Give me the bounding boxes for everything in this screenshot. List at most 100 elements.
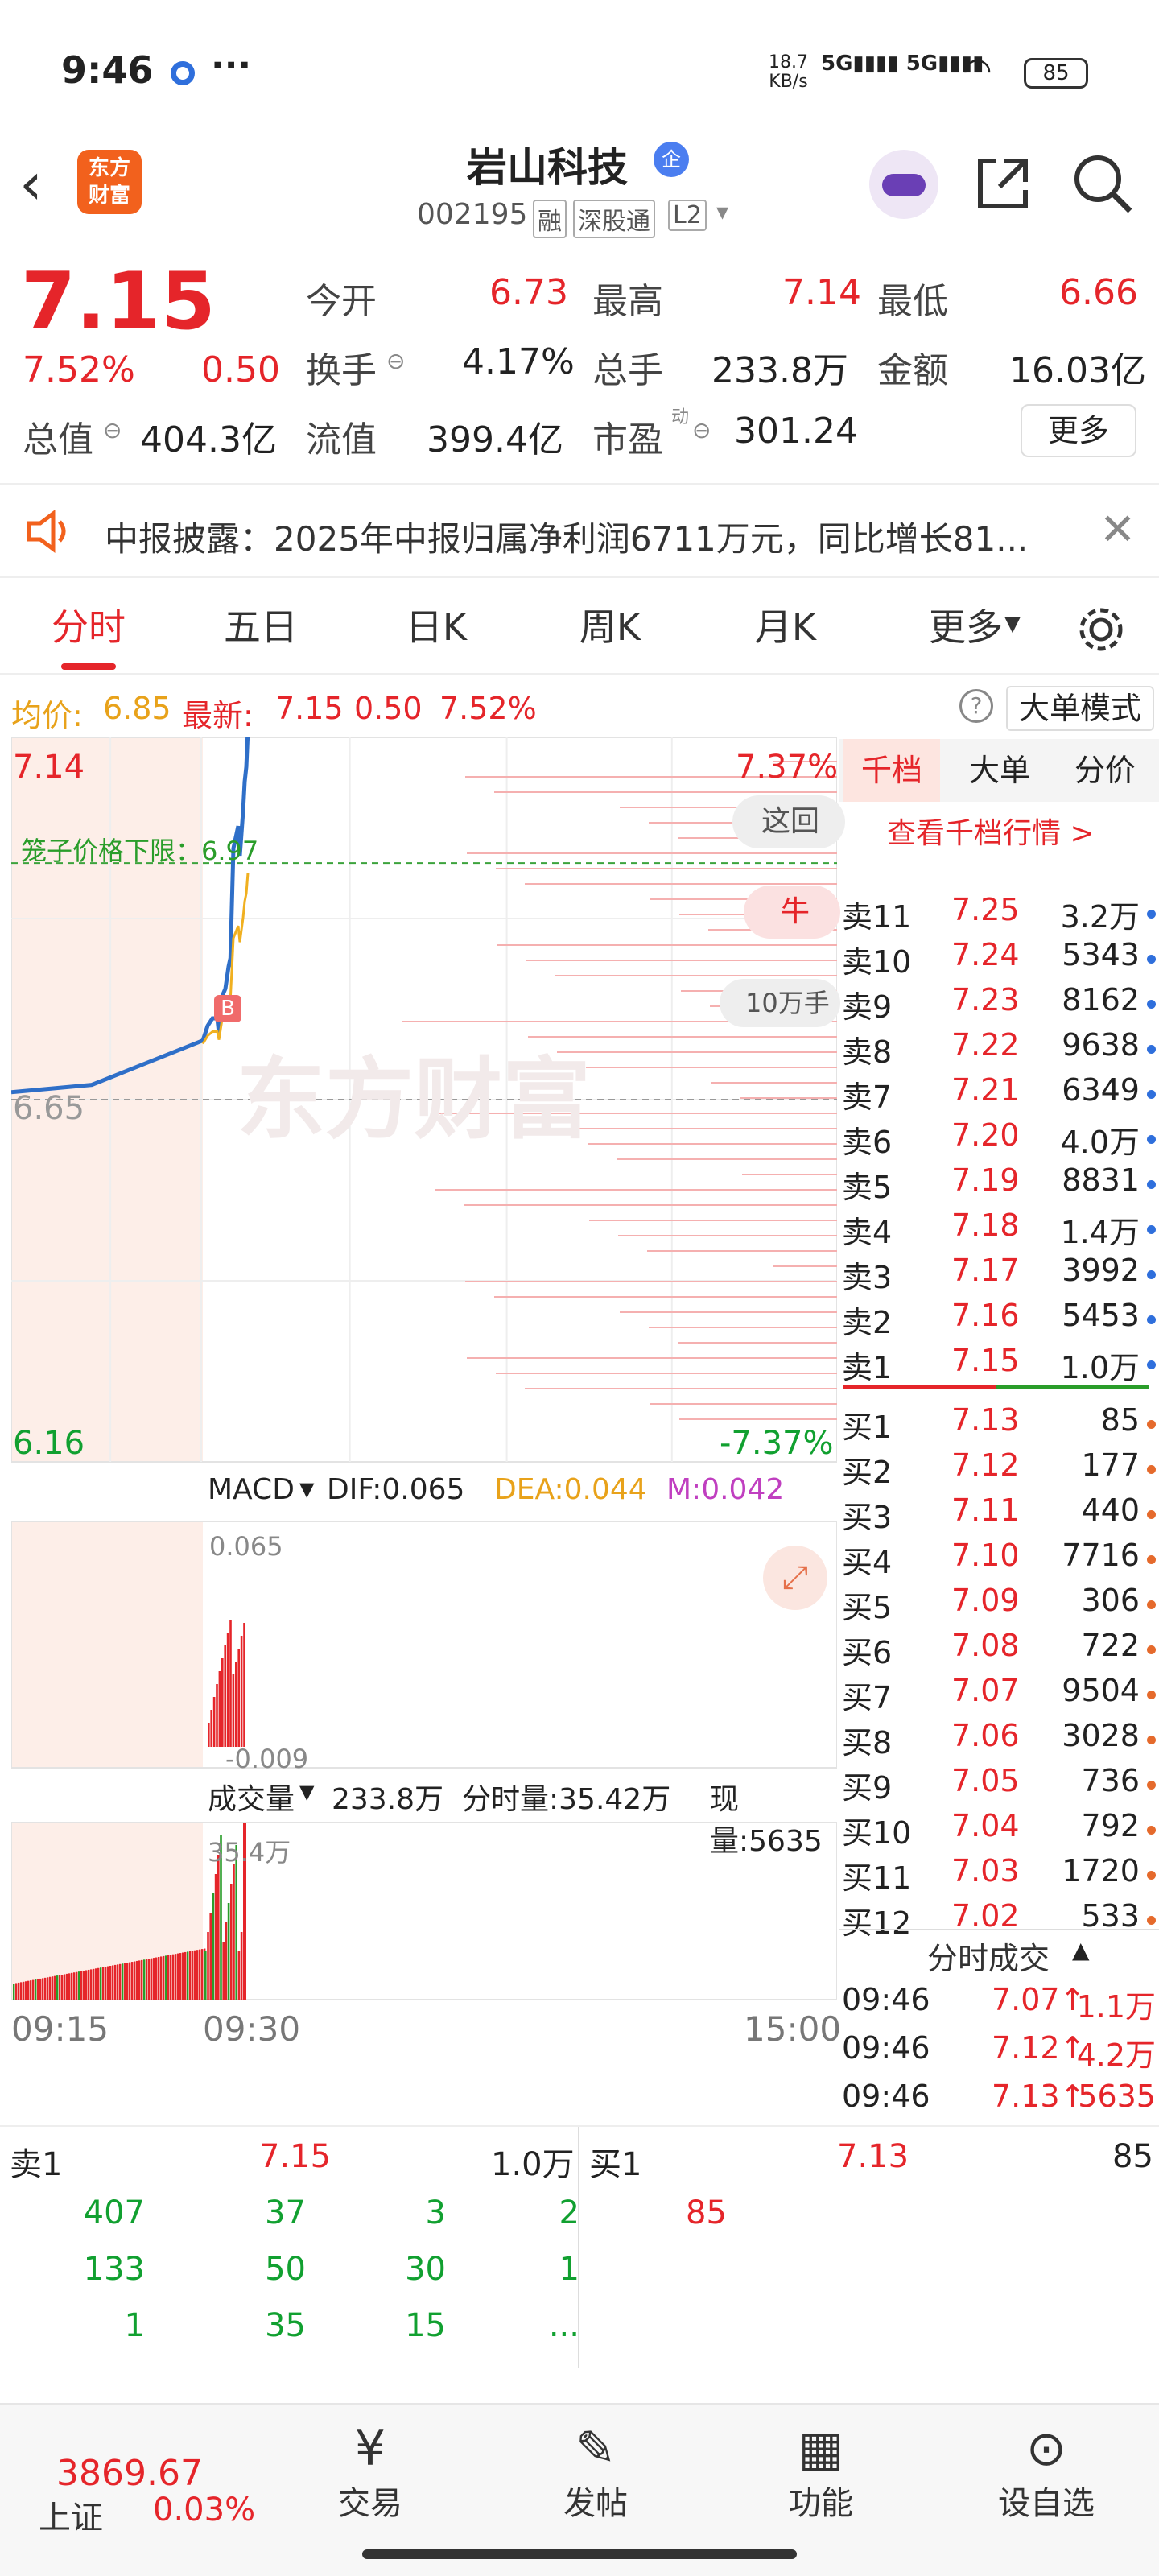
lot-size-pill[interactable]: 10万手 <box>720 979 840 1027</box>
bid-row[interactable]: 买4 7.10 7716 <box>839 1538 1159 1583</box>
tab-daily-k[interactable]: 日K <box>380 580 493 675</box>
bid-row[interactable]: 买6 7.08 722 <box>839 1628 1159 1673</box>
ticks-title[interactable]: 分时成交 <box>927 1934 1050 1978</box>
big-order-mode-button[interactable]: 大单模式 <box>1006 686 1155 731</box>
volume-bar <box>93 1968 95 2000</box>
stock-header: ‹ 东方 财富 岩山科技 企 002195 融 深股通 L2 ▾ <box>0 121 1159 242</box>
tab-intraday[interactable]: 分时 <box>32 580 145 675</box>
tab-five-day[interactable]: 五日 <box>204 580 317 675</box>
volume-selector[interactable]: 成交量 <box>208 1776 295 1818</box>
macd-bar <box>237 1649 240 1747</box>
volume-bar <box>212 1893 215 2000</box>
bid-label: 买7 <box>842 1680 893 1715</box>
nav-post[interactable]: ✎ 发帖 <box>531 2421 660 2524</box>
volume-bar <box>47 1977 49 2000</box>
info-icon[interactable]: ⊖ <box>386 348 405 374</box>
more-notifications-icon: ··· <box>211 45 252 86</box>
volume-bar <box>49 1976 52 2000</box>
nav-functions[interactable]: ▦ 功能 <box>757 2421 885 2524</box>
robot-assistant-icon[interactable] <box>869 150 938 219</box>
volume-bar <box>141 1959 143 2000</box>
ask-label: 卖4 <box>842 1215 893 1250</box>
volume-bar <box>32 1979 35 2000</box>
expand-icon[interactable]: ⤢ <box>763 1546 827 1610</box>
volume-bar <box>83 1971 85 2000</box>
share-icon[interactable] <box>972 153 1033 214</box>
volume-bar <box>151 1958 153 2000</box>
info-icon[interactable]: ⊖ <box>103 417 122 444</box>
overlay-pill[interactable]: 这回 <box>732 795 845 848</box>
chart-tabs: 分时 五日 日K 周K 月K 更多 ▼ <box>0 580 1159 675</box>
back-icon[interactable]: ‹ <box>19 150 43 217</box>
buy-marker[interactable]: B <box>214 995 241 1022</box>
ask-row[interactable]: 卖4 7.18 1.4万 <box>839 1208 1159 1253</box>
avg-label: 均价: <box>11 698 83 733</box>
tab-monthly-k[interactable]: 月K <box>729 580 842 675</box>
index-value[interactable]: 3869.67 <box>56 2453 203 2494</box>
queue-sell-cell: 1 <box>124 2307 145 2344</box>
help-icon[interactable]: ? <box>959 689 993 723</box>
volume-bar <box>225 1922 228 2000</box>
depth-link[interactable]: 查看千档行情 > <box>887 810 1095 852</box>
tag-l2: L2 <box>668 200 707 231</box>
ask-row[interactable]: 卖1 7.15 1.0万 <box>839 1343 1159 1388</box>
field-label: 最低 <box>877 281 948 322</box>
nav-trade[interactable]: ¥ 交易 <box>306 2421 435 2524</box>
ask-row[interactable]: 卖6 7.20 4.0万 <box>839 1117 1159 1162</box>
intraday-chart <box>11 737 837 2000</box>
clock: 9:46 <box>61 48 154 92</box>
bid-row[interactable]: 买11 7.03 1720 <box>839 1853 1159 1898</box>
ask-row[interactable]: 卖9 7.23 8162 <box>839 982 1159 1027</box>
bid-row[interactable]: 买5 7.09 306 <box>839 1583 1159 1628</box>
ask-row[interactable]: 卖3 7.17 3992 <box>839 1253 1159 1298</box>
chevron-up-icon[interactable]: ▲ <box>1072 1937 1090 1963</box>
latest-label: 最新: <box>182 698 254 733</box>
bid-row[interactable]: 买9 7.05 736 <box>839 1763 1159 1808</box>
index-name[interactable]: 上证 <box>39 2491 103 2538</box>
field-value: 399.4亿 <box>427 419 563 460</box>
chevron-down-icon[interactable]: ▼ <box>299 1478 314 1501</box>
info-icon[interactable]: ⊖ <box>692 417 711 444</box>
bid-row[interactable]: 买2 7.12 177 <box>839 1447 1159 1492</box>
bid-row[interactable]: 买10 7.04 792 <box>839 1808 1159 1853</box>
more-button[interactable]: 更多 <box>1021 404 1136 457</box>
bid-label: 买2 <box>842 1455 893 1490</box>
search-icon[interactable] <box>1070 151 1135 216</box>
dot-icon <box>1147 1736 1156 1744</box>
tab-depth[interactable]: 千档 <box>843 739 940 802</box>
chart-area[interactable]: 7.14 6.65 6.16 7.37% -7.37% 笼子价格下限：6.97 … <box>11 737 845 2122</box>
ask-row[interactable]: 卖11 7.25 3.2万 <box>839 892 1159 937</box>
tab-big-orders[interactable]: 大单 <box>959 739 1040 802</box>
ask-row[interactable]: 卖7 7.21 6349 <box>839 1072 1159 1117</box>
notice-bar[interactable]: 中报披露：2025年中报归属净利润6711万元，同比增长81... ✕ <box>0 483 1159 578</box>
macd-selector[interactable]: MACD <box>208 1473 295 1506</box>
tab-weekly-k[interactable]: 周K <box>554 580 666 675</box>
field-value: 16.03亿 <box>1009 350 1146 391</box>
close-icon[interactable]: ✕ <box>1099 504 1136 555</box>
volume-bar <box>35 1979 37 2000</box>
index-pct[interactable]: 0.03% <box>153 2491 255 2529</box>
bid-row[interactable]: 买7 7.07 9504 <box>839 1673 1159 1718</box>
app-logo: 东方 财富 <box>77 150 142 214</box>
ask-row[interactable]: 卖8 7.22 9638 <box>839 1027 1159 1072</box>
ask-row[interactable]: 卖10 7.24 5343 <box>839 937 1159 982</box>
volume-bar <box>42 1978 44 2000</box>
nav-add-watchlist[interactable]: ⊙ 设自选 <box>982 2421 1111 2524</box>
chevron-down-icon[interactable]: ▼ <box>299 1781 314 1803</box>
ask-volume: 8162 <box>1062 982 1140 1018</box>
chevron-down-icon[interactable]: ▾ <box>716 198 728 226</box>
macd-bar <box>216 1684 218 1747</box>
tab-price-dist[interactable]: 分价 <box>1061 739 1149 802</box>
gear-icon[interactable] <box>1075 604 1127 655</box>
bid-row[interactable]: 买8 7.06 3028 <box>839 1718 1159 1763</box>
bid-row[interactable]: 买1 7.13 85 <box>839 1402 1159 1447</box>
volume-bar <box>109 1966 112 2000</box>
ask-price: 7.23 <box>951 982 1020 1018</box>
ask-row[interactable]: 卖2 7.16 5453 <box>839 1298 1159 1343</box>
bid-volume: 7716 <box>1062 1538 1140 1573</box>
total-volume: 233.8万 <box>332 1783 444 1816</box>
ask-row[interactable]: 卖5 7.19 8831 <box>839 1162 1159 1208</box>
volume-bar <box>76 1971 78 2000</box>
bid-row[interactable]: 买3 7.11 440 <box>839 1492 1159 1538</box>
bull-pill[interactable]: 牛 <box>744 886 840 939</box>
